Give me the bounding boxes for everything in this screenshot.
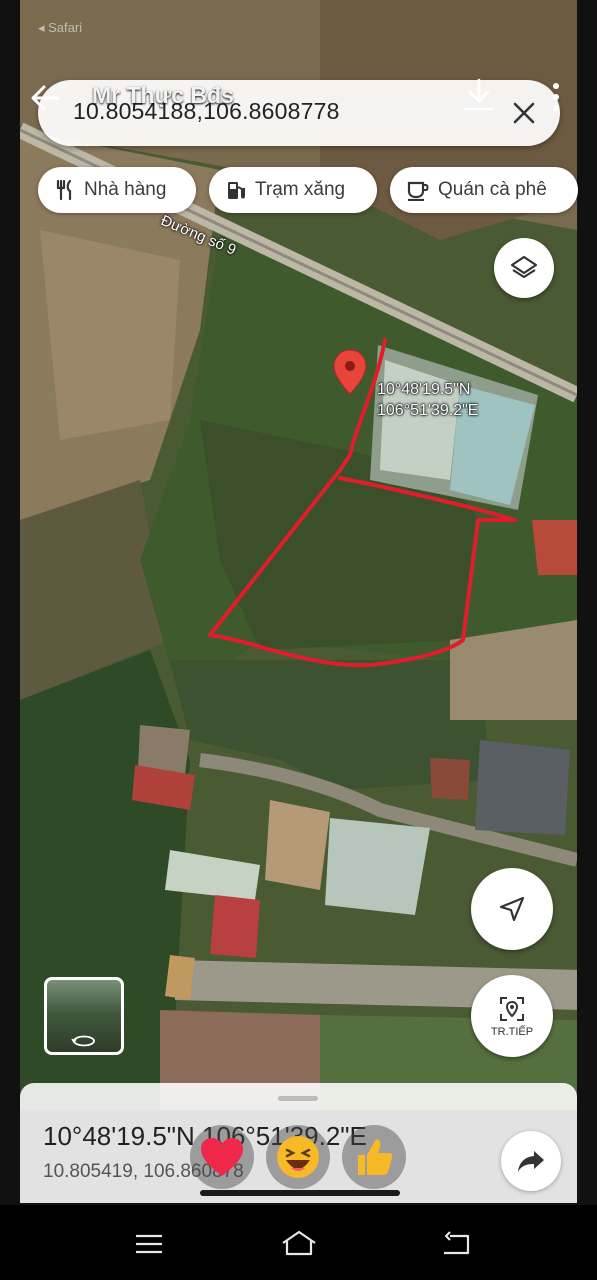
reaction-haha[interactable] <box>266 1125 330 1189</box>
home-icon[interactable] <box>279 1229 319 1257</box>
back-arrow-icon[interactable] <box>28 80 64 116</box>
share-button[interactable] <box>501 1131 561 1191</box>
rotate-360-icon <box>71 1035 95 1047</box>
thumbs-up-icon <box>358 1139 393 1175</box>
download-icon[interactable] <box>460 76 498 114</box>
street-view-thumbnail[interactable] <box>44 977 124 1055</box>
heart-icon <box>201 1138 243 1176</box>
layers-icon <box>510 255 538 279</box>
poster-name: Mr Thực Bđs <box>92 82 234 108</box>
pin-latitude: 10°48'19.5"N <box>377 381 471 398</box>
more-options-icon[interactable] <box>549 80 563 114</box>
laughing-face-icon <box>277 1136 319 1178</box>
system-navigation-bar <box>0 1205 597 1280</box>
layers-button[interactable] <box>494 238 554 298</box>
chip-gas-stations[interactable]: Trạm xăng <box>209 167 377 213</box>
chip-label: Quán cà phê <box>438 179 547 200</box>
pin-search-icon <box>500 997 524 1021</box>
reaction-bar-shadow <box>200 1190 400 1196</box>
recent-apps-icon[interactable] <box>134 1233 164 1255</box>
fork-knife-icon <box>56 179 72 201</box>
sheet-drag-handle[interactable] <box>278 1096 318 1101</box>
gas-pump-icon <box>228 182 245 199</box>
my-location-button[interactable] <box>471 868 553 950</box>
chip-restaurants[interactable]: Nhà hàng <box>38 167 196 213</box>
pin-longitude: 106°51'39.2"E <box>377 402 479 419</box>
coffee-cup-icon <box>407 181 429 201</box>
status-bar: ◂ Safari <box>38 14 82 36</box>
back-to-safari-link[interactable]: ◂ Safari <box>38 20 82 36</box>
chip-label: Trạm xăng <box>255 179 346 200</box>
navigation-arrow-icon <box>499 896 525 922</box>
next-button-label: TR.TIẾP <box>490 1026 534 1038</box>
pin-coordinates-label: 10°48'19.5"N 106°51'39.2"E <box>377 379 478 421</box>
next-button[interactable]: TR.TIẾP <box>471 975 553 1057</box>
reaction-heart[interactable] <box>190 1125 254 1189</box>
share-arrow-icon <box>518 1151 544 1172</box>
close-icon[interactable] <box>512 101 536 125</box>
chip-cafes[interactable]: Quán cà phê <box>390 167 578 213</box>
chip-label: Nhà hàng <box>84 179 167 200</box>
reaction-like[interactable] <box>342 1125 406 1189</box>
back-icon[interactable] <box>440 1231 472 1257</box>
